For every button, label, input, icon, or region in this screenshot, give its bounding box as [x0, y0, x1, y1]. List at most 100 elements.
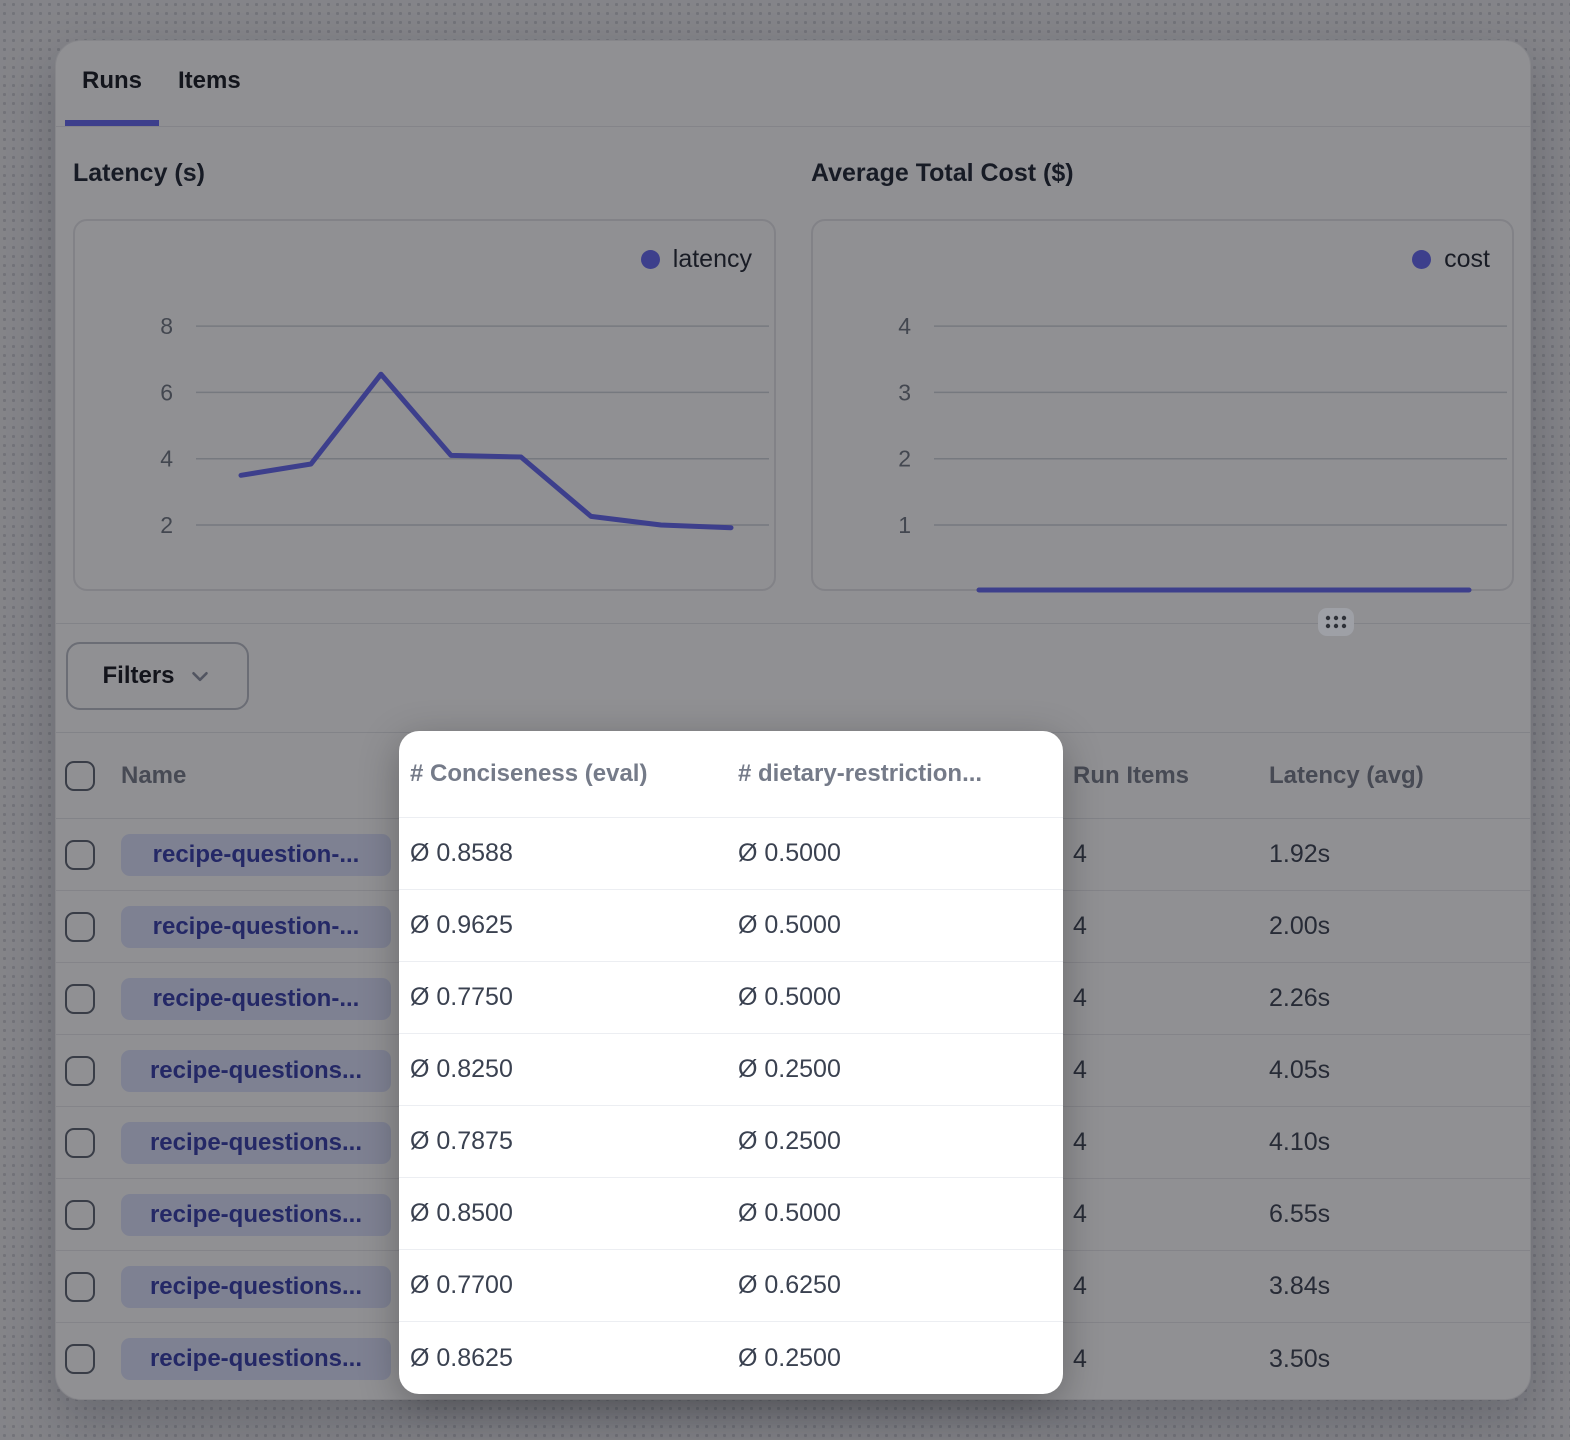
cost-chart-svg: 1 2 3 4: [813, 221, 1512, 589]
cell-run-items: 4: [1073, 1107, 1087, 1178]
spotlight-cell-dietary: Ø 0.5000: [738, 818, 841, 889]
cell-latency: 3.84s: [1269, 1251, 1330, 1322]
row-checkbox[interactable]: [65, 840, 95, 870]
spotlight-cell-dietary: Ø 0.2500: [738, 1106, 841, 1177]
spotlight-cell-conciseness: Ø 0.7875: [410, 1106, 513, 1177]
cell-run-items: 4: [1073, 891, 1087, 962]
filters-button[interactable]: Filters: [66, 642, 249, 710]
spotlight-panel: # Conciseness (eval) # dietary-restricti…: [399, 731, 1063, 1394]
cell-latency: 1.92s: [1269, 819, 1330, 890]
svg-text:1: 1: [898, 512, 911, 538]
spotlight-cell-conciseness: Ø 0.7700: [410, 1250, 513, 1321]
row-checkbox[interactable]: [65, 1272, 95, 1302]
filters-label: Filters: [102, 662, 174, 690]
row-checkbox[interactable]: [65, 1128, 95, 1158]
run-name-pill[interactable]: recipe-questions...: [121, 1050, 391, 1092]
row-checkbox-cell: [65, 1251, 95, 1322]
svg-text:4: 4: [160, 446, 173, 472]
cost-chart-card: 1 2 3 4 cost: [811, 219, 1514, 591]
row-checkbox[interactable]: [65, 1200, 95, 1230]
cost-legend-dot-icon: [1412, 250, 1431, 269]
chevron-down-icon: [187, 663, 213, 689]
column-header-name: Name: [121, 733, 391, 818]
latency-legend-dot-icon: [641, 250, 660, 269]
run-name-pill[interactable]: recipe-question-...: [121, 834, 391, 876]
run-name-pill[interactable]: recipe-question-...: [121, 906, 391, 948]
charts-table-divider: [56, 623, 1530, 624]
tab-items-label: Items: [178, 67, 241, 95]
latency-chart-legend: latency: [641, 245, 752, 274]
svg-text:4: 4: [898, 313, 911, 339]
spotlight-row: Ø 0.7750 Ø 0.5000: [399, 962, 1063, 1034]
cell-latency: 2.26s: [1269, 963, 1330, 1034]
spotlight-row: Ø 0.7875 Ø 0.2500: [399, 1106, 1063, 1178]
column-header-latency: Latency (avg): [1269, 733, 1424, 818]
row-checkbox-cell: [65, 1179, 95, 1250]
cell-latency: 4.05s: [1269, 1035, 1330, 1106]
spotlight-row: Ø 0.8500 Ø 0.5000: [399, 1178, 1063, 1250]
spotlight-cell-conciseness: Ø 0.8500: [410, 1178, 513, 1249]
run-name-pill[interactable]: recipe-questions...: [121, 1266, 391, 1308]
spotlight-cell-conciseness: Ø 0.7750: [410, 962, 513, 1033]
app-background: Runs Items Latency (s) Average Total Cos…: [0, 0, 1570, 1440]
spotlight-cell-dietary: Ø 0.2500: [738, 1322, 841, 1394]
row-checkbox[interactable]: [65, 912, 95, 942]
cost-chart-legend: cost: [1412, 245, 1490, 274]
row-checkbox[interactable]: [65, 1344, 95, 1374]
run-name-pill[interactable]: recipe-questions...: [121, 1338, 391, 1380]
run-name-cell: recipe-questions...: [121, 1251, 391, 1322]
cell-latency: 2.00s: [1269, 891, 1330, 962]
spotlight-cell-conciseness: Ø 0.8250: [410, 1034, 513, 1105]
cell-run-items: 4: [1073, 1179, 1087, 1250]
run-name-cell: recipe-question-...: [121, 891, 391, 962]
cell-run-items: 4: [1073, 1323, 1087, 1395]
run-name-cell: recipe-questions...: [121, 1035, 391, 1106]
row-checkbox[interactable]: [65, 984, 95, 1014]
run-name-cell: recipe-questions...: [121, 1323, 391, 1395]
svg-text:3: 3: [898, 379, 911, 405]
row-checkbox-cell: [65, 963, 95, 1034]
column-header-run-items: Run Items: [1073, 733, 1189, 818]
svg-text:8: 8: [160, 313, 173, 339]
select-all-checkbox[interactable]: [65, 761, 95, 791]
tab-bar: Runs Items: [56, 41, 1530, 127]
run-name-cell: recipe-question-...: [121, 963, 391, 1034]
spotlight-body: Ø 0.8588Ø 0.5000Ø 0.9625Ø 0.5000Ø 0.7750…: [399, 818, 1063, 1394]
run-name-pill[interactable]: recipe-question-...: [121, 978, 391, 1020]
run-name-pill[interactable]: recipe-questions...: [121, 1194, 391, 1236]
cell-run-items: 4: [1073, 1035, 1087, 1106]
grip-dots-icon: [1324, 613, 1348, 631]
cell-latency: 4.10s: [1269, 1107, 1330, 1178]
tab-runs[interactable]: Runs: [65, 41, 159, 126]
spotlight-cell-conciseness: Ø 0.8588: [410, 818, 513, 889]
spotlight-cell-conciseness: Ø 0.8625: [410, 1322, 513, 1394]
spotlight-row: Ø 0.8625 Ø 0.2500: [399, 1322, 1063, 1394]
spotlight-cell-dietary: Ø 0.5000: [738, 1178, 841, 1249]
spotlight-row: Ø 0.9625 Ø 0.5000: [399, 890, 1063, 962]
spotlight-column-header-dietary: # dietary-restriction...: [738, 731, 982, 817]
spotlight-cell-dietary: Ø 0.2500: [738, 1034, 841, 1105]
tab-runs-label: Runs: [82, 67, 142, 95]
row-checkbox[interactable]: [65, 1056, 95, 1086]
cell-latency: 6.55s: [1269, 1179, 1330, 1250]
drag-handle[interactable]: [1318, 608, 1354, 636]
spotlight-header-row: # Conciseness (eval) # dietary-restricti…: [399, 731, 1063, 818]
spotlight-cell-dietary: Ø 0.5000: [738, 962, 841, 1033]
cost-chart-title: Average Total Cost ($): [811, 159, 1074, 188]
spotlight-cell-conciseness: Ø 0.9625: [410, 890, 513, 961]
run-name-cell: recipe-questions...: [121, 1107, 391, 1178]
run-name-cell: recipe-question-...: [121, 819, 391, 890]
latency-chart-title: Latency (s): [73, 159, 205, 188]
cost-legend-label: cost: [1444, 245, 1490, 274]
cell-run-items: 4: [1073, 963, 1087, 1034]
run-name-pill[interactable]: recipe-questions...: [121, 1122, 391, 1164]
spotlight-row: Ø 0.8588 Ø 0.5000: [399, 818, 1063, 890]
spotlight-row: Ø 0.8250 Ø 0.2500: [399, 1034, 1063, 1106]
row-checkbox-cell: [65, 1107, 95, 1178]
svg-text:2: 2: [898, 446, 911, 472]
latency-chart-card: 2468 latency: [73, 219, 776, 591]
spotlight-cell-dietary: Ø 0.5000: [738, 890, 841, 961]
row-checkbox-cell: [65, 819, 95, 890]
tab-items[interactable]: Items: [161, 41, 258, 126]
row-checkbox-cell: [65, 1035, 95, 1106]
